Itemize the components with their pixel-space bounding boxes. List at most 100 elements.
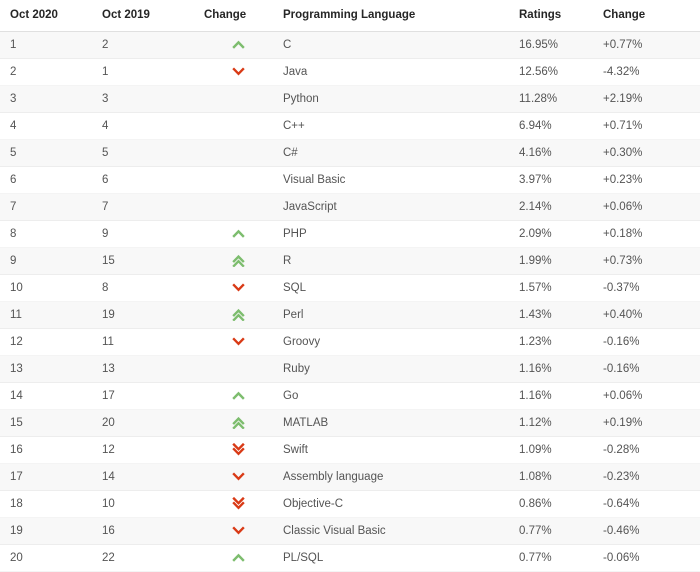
cell-rank-current: 6 xyxy=(0,166,96,194)
cell-rank-previous: 14 xyxy=(96,463,197,491)
cell-rank-current: 1 xyxy=(0,31,96,59)
cell-language-name: Go xyxy=(280,382,518,410)
table-row: 1 2 C 16.95% +0.77% xyxy=(0,31,700,59)
cell-rank-current: 9 xyxy=(0,247,96,275)
cell-change-indicator xyxy=(197,31,280,59)
cell-rank-previous: 5 xyxy=(96,139,197,167)
table-row: 20 22 PL/SQL 0.77% -0.06% xyxy=(0,544,700,572)
cell-change-indicator xyxy=(197,517,280,545)
chevron-double-down-icon xyxy=(232,442,245,456)
cell-ratings-percent: 16.95% xyxy=(518,31,602,59)
cell-rank-previous: 12 xyxy=(96,436,197,464)
change-indicator-slot xyxy=(197,416,280,429)
change-indicator-slot xyxy=(197,496,280,510)
table-body: 1 2 C 16.95% +0.77% 2 1 Java 12.56% -4.32% 3 3 Pytho… xyxy=(0,31,700,572)
table-row: 12 11 Groovy 1.23% -0.16% xyxy=(0,328,700,356)
cell-change-percent: +0.23% xyxy=(602,166,700,194)
cell-change-percent: +0.71% xyxy=(602,112,700,140)
cell-change-indicator xyxy=(197,490,280,518)
cell-change-percent: -0.37% xyxy=(602,274,700,302)
cell-ratings-percent: 2.14% xyxy=(518,193,602,221)
cell-rank-current: 12 xyxy=(0,328,96,356)
change-indicator-slot xyxy=(197,337,280,346)
cell-language-name: C++ xyxy=(280,112,518,140)
cell-change-indicator xyxy=(197,409,280,437)
cell-change-percent: +0.18% xyxy=(602,220,700,248)
cell-rank-current: 19 xyxy=(0,517,96,545)
cell-rank-previous: 22 xyxy=(96,544,197,572)
cell-change-percent: -0.23% xyxy=(602,463,700,491)
table-row: 18 10 Objective-C 0.86% -0.64% xyxy=(0,490,700,518)
column-header-change-delta: Change xyxy=(602,0,700,32)
cell-rank-current: 13 xyxy=(0,355,96,383)
cell-rank-previous: 20 xyxy=(96,409,197,437)
cell-change-indicator xyxy=(197,193,280,221)
chevron-down-icon xyxy=(232,472,245,481)
cell-ratings-percent: 1.23% xyxy=(518,328,602,356)
cell-change-indicator xyxy=(197,85,280,113)
cell-rank-previous: 2 xyxy=(96,31,197,59)
cell-change-indicator xyxy=(197,139,280,167)
chevron-down-icon xyxy=(232,526,245,535)
cell-change-indicator xyxy=(197,220,280,248)
change-indicator-slot xyxy=(197,526,280,535)
cell-rank-current: 5 xyxy=(0,139,96,167)
cell-rank-current: 7 xyxy=(0,193,96,221)
table-row: 3 3 Python 11.28% +2.19% xyxy=(0,85,700,113)
cell-change-percent: -0.46% xyxy=(602,517,700,545)
cell-change-indicator xyxy=(197,274,280,302)
table-row: 7 7 JavaScript 2.14% +0.06% xyxy=(0,193,700,221)
change-indicator-slot xyxy=(197,391,280,400)
cell-rank-current: 11 xyxy=(0,301,96,329)
chevron-double-down-icon xyxy=(232,496,245,510)
cell-change-percent: +0.77% xyxy=(602,31,700,59)
cell-ratings-percent: 1.09% xyxy=(518,436,602,464)
cell-ratings-percent: 0.86% xyxy=(518,490,602,518)
table-row: 2 1 Java 12.56% -4.32% xyxy=(0,58,700,86)
cell-rank-current: 15 xyxy=(0,409,96,437)
chevron-double-up-icon xyxy=(232,416,245,429)
cell-change-percent: -0.28% xyxy=(602,436,700,464)
change-indicator-slot xyxy=(197,229,280,238)
cell-change-indicator xyxy=(197,463,280,491)
cell-language-name: Classic Visual Basic xyxy=(280,517,518,545)
cell-change-indicator xyxy=(197,58,280,86)
cell-rank-current: 8 xyxy=(0,220,96,248)
cell-ratings-percent: 2.09% xyxy=(518,220,602,248)
cell-change-percent: +0.73% xyxy=(602,247,700,275)
cell-change-indicator xyxy=(197,301,280,329)
cell-ratings-percent: 1.12% xyxy=(518,409,602,437)
cell-rank-previous: 3 xyxy=(96,85,197,113)
programming-language-ranking-table: Oct 2020 Oct 2019 Change Programming Lan… xyxy=(0,0,700,572)
change-indicator-slot xyxy=(197,442,280,456)
cell-change-percent: +0.30% xyxy=(602,139,700,167)
cell-change-indicator xyxy=(197,112,280,140)
cell-change-percent: -4.32% xyxy=(602,58,700,86)
chevron-down-icon xyxy=(232,67,245,76)
change-indicator-slot xyxy=(197,472,280,481)
cell-rank-previous: 4 xyxy=(96,112,197,140)
cell-change-indicator xyxy=(197,544,280,572)
cell-rank-current: 14 xyxy=(0,382,96,410)
table-row: 19 16 Classic Visual Basic 0.77% -0.46% xyxy=(0,517,700,545)
table-row: 15 20 MATLAB 1.12% +0.19% xyxy=(0,409,700,437)
cell-language-name: C# xyxy=(280,139,518,167)
cell-language-name: Swift xyxy=(280,436,518,464)
cell-ratings-percent: 3.97% xyxy=(518,166,602,194)
cell-language-name: Groovy xyxy=(280,328,518,356)
cell-rank-previous: 19 xyxy=(96,301,197,329)
table-row: 14 17 Go 1.16% +0.06% xyxy=(0,382,700,410)
cell-rank-previous: 13 xyxy=(96,355,197,383)
change-indicator-slot xyxy=(197,67,280,76)
cell-rank-previous: 1 xyxy=(96,58,197,86)
cell-rank-previous: 7 xyxy=(96,193,197,221)
cell-rank-previous: 6 xyxy=(96,166,197,194)
chevron-down-icon xyxy=(232,337,245,346)
change-indicator-slot xyxy=(197,254,280,267)
cell-rank-previous: 15 xyxy=(96,247,197,275)
cell-change-indicator xyxy=(197,328,280,356)
cell-language-name: Perl xyxy=(280,301,518,329)
cell-change-percent: -0.16% xyxy=(602,328,700,356)
cell-language-name: Python xyxy=(280,85,518,113)
chevron-up-icon xyxy=(232,553,245,562)
